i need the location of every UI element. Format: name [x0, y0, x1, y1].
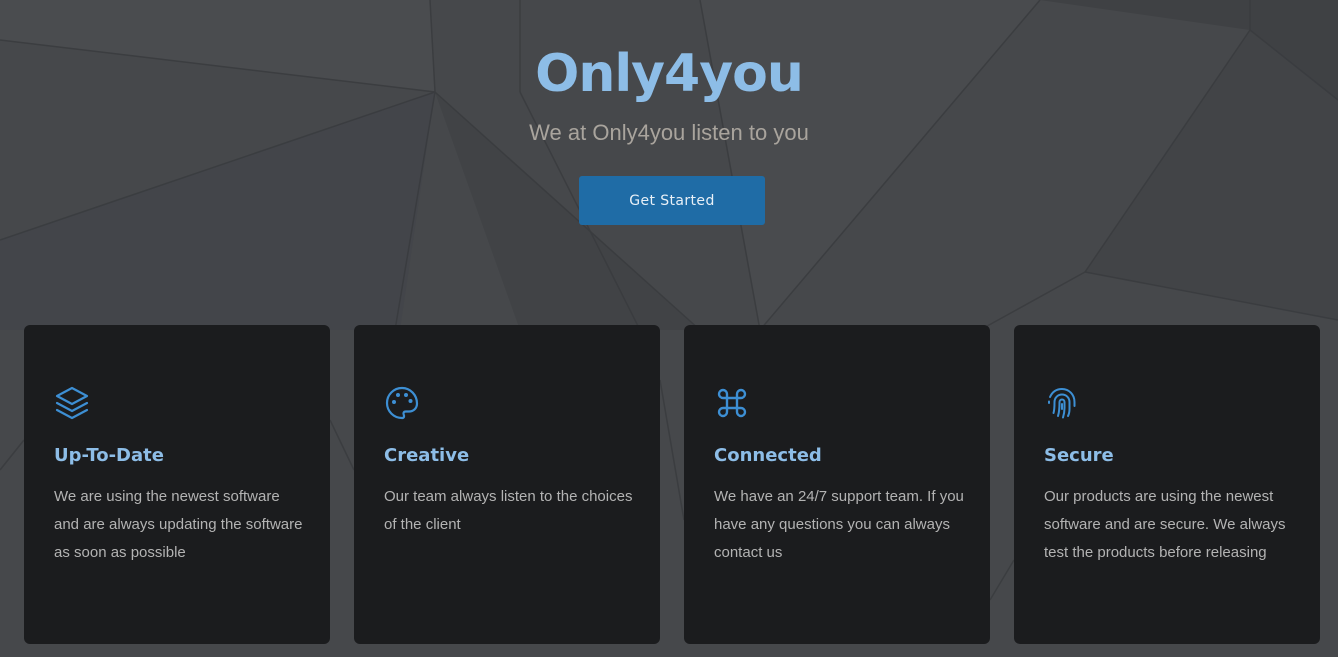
feature-card-up-to-date: Up-To-Date We are using the newest softw… [24, 325, 330, 644]
feature-card-connected: Connected We have an 24/7 support team. … [684, 325, 990, 644]
feature-description: Our team always listen to the choices of… [384, 488, 633, 533]
get-started-button[interactable]: Get Started [579, 176, 765, 225]
feature-title: Up-To-Date [54, 445, 164, 466]
feature-description: We are using the newest software and are… [54, 488, 303, 561]
hero-subtitle: We at Only4you listen to you [529, 120, 809, 145]
layers-icon [54, 385, 90, 421]
feature-card-creative: Creative Our team always listen to the c… [354, 325, 660, 644]
feature-card-secure: Secure Our products are using the newest… [1014, 325, 1320, 644]
hero-title: Only4you [535, 44, 804, 104]
fingerprint-icon [1044, 385, 1080, 421]
feature-title: Creative [384, 445, 470, 466]
feature-title: Connected [714, 445, 822, 466]
command-icon [714, 385, 750, 421]
palette-icon [384, 385, 420, 421]
feature-description: Our products are using the newest softwa… [1044, 488, 1286, 561]
feature-title: Secure [1044, 445, 1114, 466]
feature-description: We have an 24/7 support team. If you hav… [714, 488, 964, 561]
